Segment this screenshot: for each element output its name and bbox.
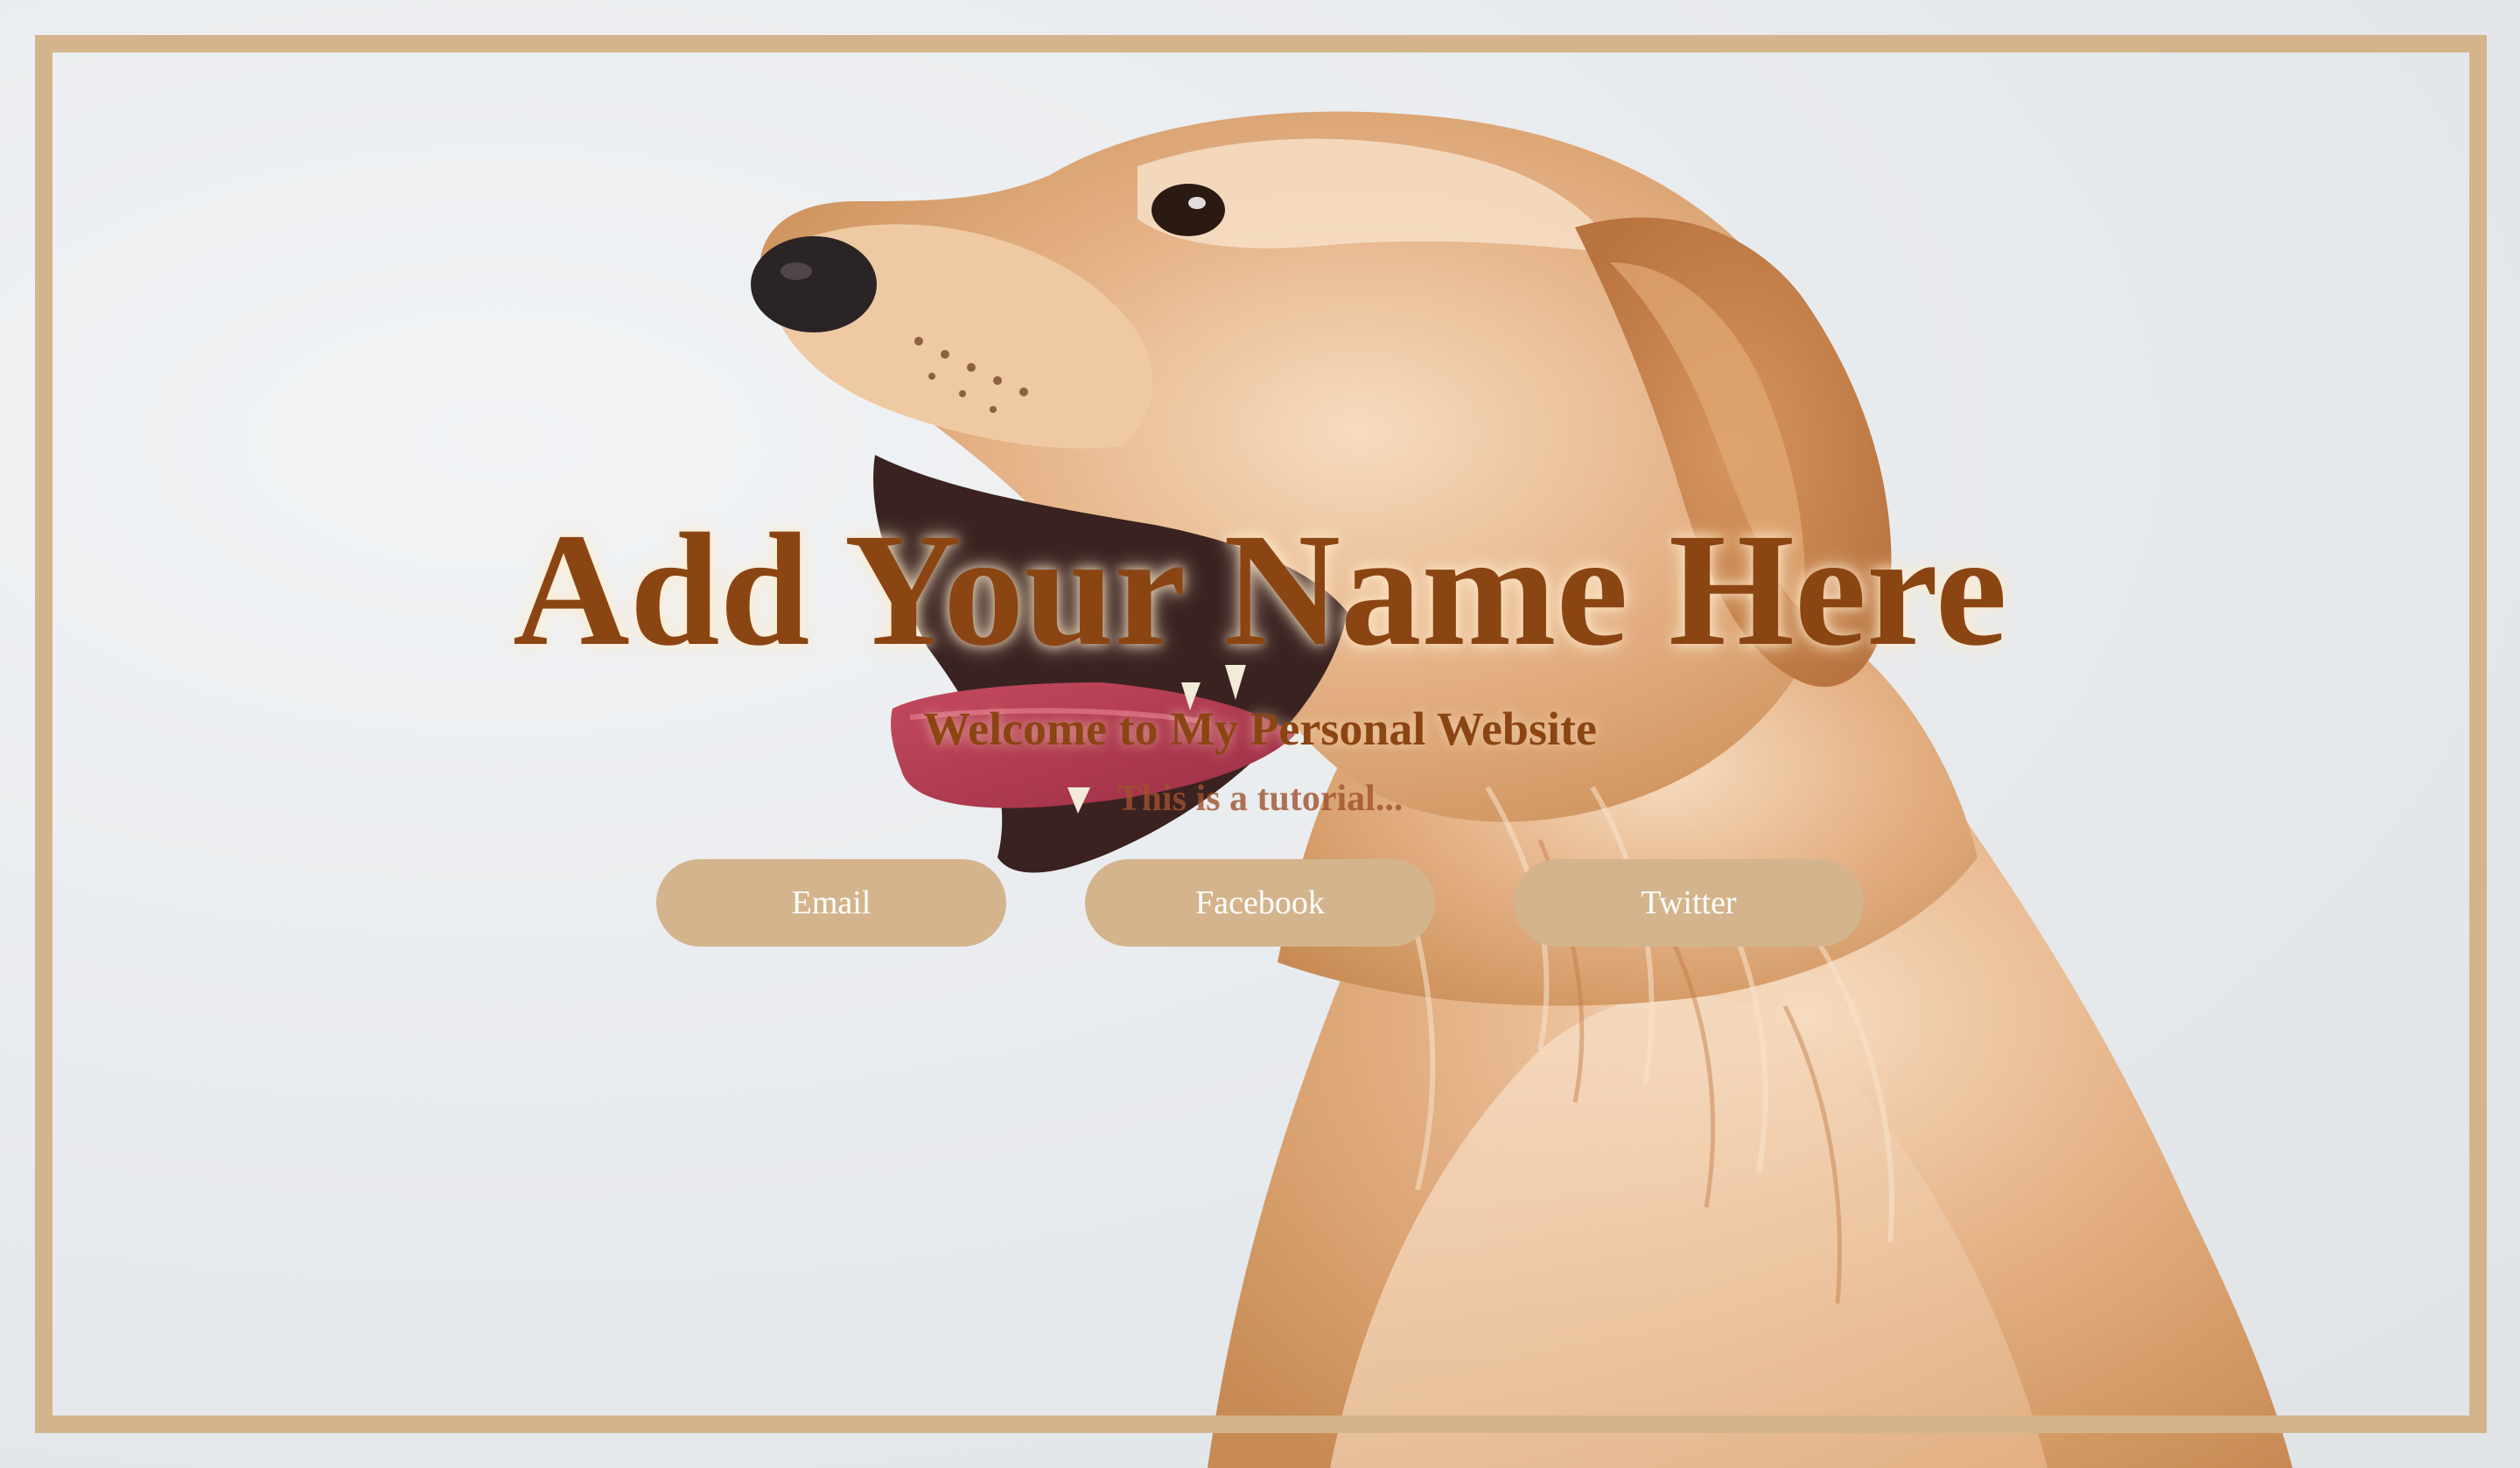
- page-title: Add Your Name Here: [513, 500, 2007, 680]
- email-button[interactable]: Email: [656, 859, 1006, 947]
- facebook-button[interactable]: Facebook: [1085, 859, 1435, 947]
- hero-section: Add Your Name Here Welcome to My Persona…: [0, 0, 2520, 1468]
- twitter-button[interactable]: Twitter: [1514, 859, 1864, 947]
- contact-buttons: Email Facebook Twitter: [0, 859, 2520, 947]
- tagline-text: This is a tutorial...: [1116, 779, 1404, 819]
- welcome-subtitle: Welcome to My Personal Website: [923, 703, 1597, 755]
